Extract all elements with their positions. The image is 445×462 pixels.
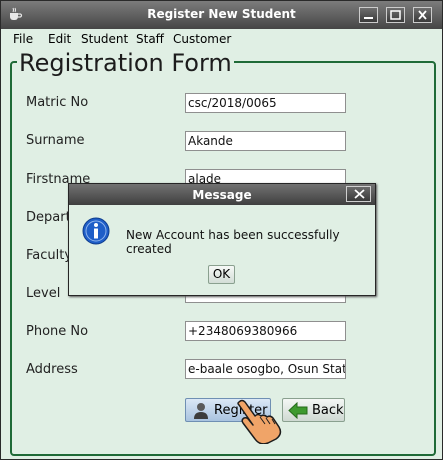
phone-no-label: Phone No: [26, 324, 89, 339]
hand-pointer-icon: [237, 399, 282, 444]
address-label: Address: [26, 362, 78, 377]
back-button-label: Back: [312, 403, 344, 418]
menu-bar: File Edit Student Staff Customer: [1, 29, 442, 49]
user-icon: [194, 403, 208, 419]
back-button[interactable]: Back: [282, 398, 345, 422]
close-icon: [354, 189, 365, 199]
matric-no-input[interactable]: csc/2018/0065: [185, 93, 346, 113]
matric-no-label: Matric No: [26, 95, 89, 110]
close-button[interactable]: [413, 7, 432, 23]
menu-student[interactable]: Student: [81, 32, 128, 46]
ok-button[interactable]: OK: [208, 265, 235, 284]
dialog-title-bar[interactable]: Message: [69, 184, 375, 205]
faculty-label: Faculty: [26, 248, 73, 263]
phone-no-input[interactable]: +2348069380966: [185, 321, 346, 341]
level-label: Level: [26, 286, 61, 301]
dialog-title: Message: [192, 188, 252, 202]
menu-customer[interactable]: Customer: [173, 32, 231, 46]
form-legend: Registration Form: [17, 49, 234, 77]
menu-staff[interactable]: Staff: [136, 32, 164, 46]
surname-label: Surname: [26, 133, 85, 148]
dialog-close-button[interactable]: [346, 186, 371, 202]
message-dialog: Message New Account has been successfull…: [68, 183, 376, 296]
surname-input[interactable]: Akande: [185, 131, 346, 151]
address-input[interactable]: e-baale osogbo, Osun State: [185, 359, 346, 379]
minimize-icon: [364, 17, 373, 19]
department-label: Depart: [26, 210, 71, 225]
menu-file[interactable]: File: [13, 32, 33, 46]
dialog-message: New Account has been successfully create…: [126, 228, 340, 256]
info-icon: [82, 217, 110, 245]
menu-edit[interactable]: Edit: [48, 32, 71, 46]
close-icon: [418, 10, 427, 20]
back-arrow-icon: [288, 402, 308, 419]
maximize-button[interactable]: [386, 7, 405, 23]
maximize-icon: [390, 10, 401, 20]
title-bar[interactable]: Register New Student: [1, 1, 442, 29]
minimize-button[interactable]: [359, 7, 378, 23]
